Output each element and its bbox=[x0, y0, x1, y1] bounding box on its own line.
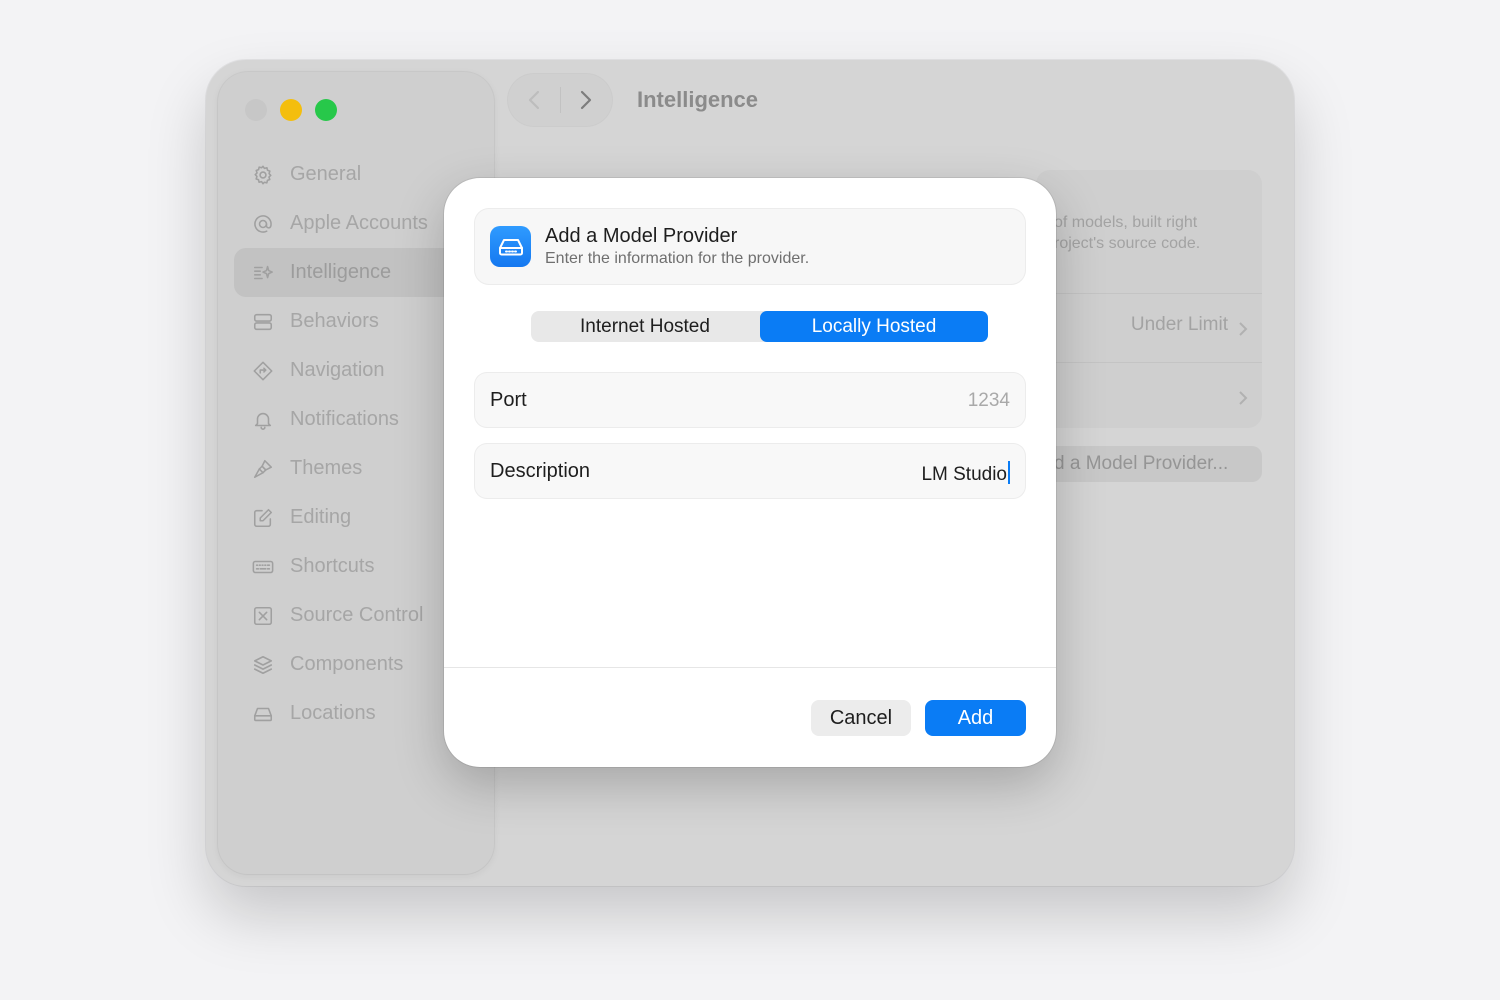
chevron-right-icon bbox=[1239, 391, 1248, 405]
dialog-header: Add a Model Provider Enter the informati… bbox=[475, 209, 1025, 284]
source-control-icon bbox=[251, 604, 275, 628]
nav-button-group bbox=[508, 74, 612, 126]
description-value: LM Studio bbox=[921, 464, 1007, 485]
sidebar-item-label: Locations bbox=[290, 702, 376, 724]
keyboard-icon bbox=[251, 555, 275, 579]
server-drive-icon bbox=[490, 226, 531, 267]
port-input[interactable]: 1234 bbox=[968, 390, 1010, 412]
chevron-right-icon bbox=[581, 90, 592, 110]
add-model-provider-button[interactable]: d a Model Provider... bbox=[1036, 446, 1262, 482]
window-title: Intelligence bbox=[637, 87, 759, 112]
dialog-title: Add a Model Provider bbox=[545, 225, 738, 247]
sidebar-item-label: Notifications bbox=[290, 408, 399, 430]
card-description: of models, built right roject's source c… bbox=[1054, 212, 1200, 254]
sidebar-item-label: Behaviors bbox=[290, 310, 379, 332]
close-window-button[interactable] bbox=[245, 99, 267, 121]
card-description-line: roject's source code. bbox=[1054, 235, 1201, 252]
dialog-divider bbox=[444, 667, 1056, 668]
at-icon bbox=[251, 212, 275, 236]
card-divider bbox=[1054, 362, 1262, 363]
usage-value[interactable]: Under Limit bbox=[1131, 314, 1228, 336]
segment-locally-hosted[interactable]: Locally Hosted bbox=[760, 311, 988, 342]
forward-button[interactable] bbox=[560, 74, 612, 126]
chevron-right-icon bbox=[1239, 322, 1248, 336]
hosting-segmented-control: Internet Hosted Locally Hosted bbox=[531, 311, 988, 342]
chevron-left-icon bbox=[528, 90, 539, 110]
bell-icon bbox=[251, 408, 275, 432]
port-label: Port bbox=[490, 389, 527, 411]
drive-icon bbox=[251, 702, 275, 726]
sidebar-item-label: Editing bbox=[290, 506, 352, 528]
sidebar-item-label: Navigation bbox=[290, 359, 385, 381]
sidebar-item-label: General bbox=[290, 163, 362, 185]
card-divider bbox=[1054, 293, 1262, 294]
back-button[interactable] bbox=[508, 74, 560, 126]
settings-card: of models, built right roject's source c… bbox=[1036, 170, 1262, 428]
gear-icon bbox=[251, 163, 275, 187]
stack-rectangles-icon bbox=[251, 310, 275, 334]
description-field[interactable]: Description LM Studio bbox=[475, 444, 1025, 498]
sidebar-item-label: Components bbox=[290, 653, 404, 675]
card-description-line: of models, built right bbox=[1054, 214, 1198, 231]
sparkle-list-icon bbox=[251, 261, 275, 285]
add-provider-dialog: Add a Model Provider Enter the informati… bbox=[444, 178, 1056, 767]
description-label: Description bbox=[490, 460, 591, 482]
cancel-button[interactable]: Cancel bbox=[811, 700, 911, 736]
sidebar-item-label: Apple Accounts bbox=[290, 212, 428, 234]
sidebar-item-label: Source Control bbox=[290, 604, 424, 626]
sidebar-item-label: Intelligence bbox=[290, 261, 392, 283]
segment-internet-hosted[interactable]: Internet Hosted bbox=[531, 311, 759, 342]
brush-icon bbox=[251, 457, 275, 481]
diamond-arrow-icon bbox=[251, 359, 275, 383]
maximize-window-button[interactable] bbox=[315, 99, 337, 121]
port-field[interactable]: Port 1234 bbox=[475, 373, 1025, 427]
layers-icon bbox=[251, 653, 275, 677]
sidebar-item-label: Themes bbox=[290, 457, 363, 479]
pencil-square-icon bbox=[251, 506, 275, 530]
minimize-window-button[interactable] bbox=[280, 99, 302, 121]
dialog-subtitle: Enter the information for the provider. bbox=[545, 250, 810, 267]
sidebar-item-label: Shortcuts bbox=[290, 555, 375, 577]
description-input[interactable]: LM Studio bbox=[921, 461, 1010, 486]
text-caret bbox=[1008, 461, 1010, 484]
add-button[interactable]: Add bbox=[925, 700, 1026, 736]
